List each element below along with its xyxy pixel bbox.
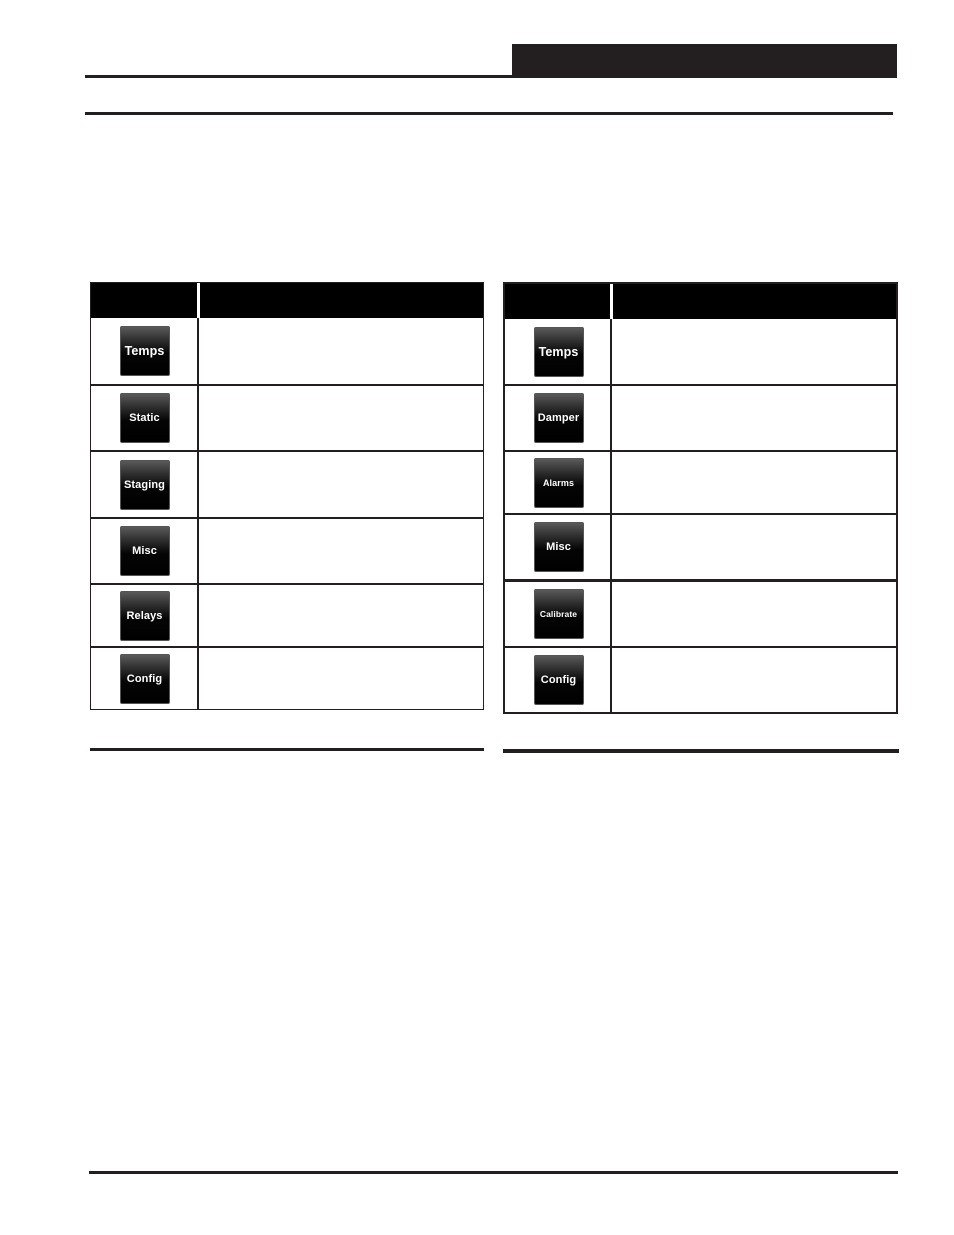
table-header <box>91 283 483 318</box>
left-button-table: Temps Static Staging Misc Relays Config <box>90 282 484 710</box>
row-description <box>614 452 896 513</box>
row-description <box>614 582 896 646</box>
row-description <box>200 452 483 517</box>
section-rule-right <box>503 749 899 753</box>
misc-button[interactable]: Misc <box>119 526 170 576</box>
table-row: Static <box>91 386 483 450</box>
row-description <box>200 386 483 450</box>
section-rule-left <box>90 748 484 751</box>
table-row: Config <box>505 648 896 712</box>
static-button[interactable]: Static <box>119 393 170 443</box>
table-row: Temps <box>91 318 483 384</box>
calibrate-button[interactable]: Calibrate <box>533 589 584 639</box>
config-button[interactable]: Config <box>119 653 170 704</box>
row-description <box>200 318 483 384</box>
table-row: Relays <box>91 585 483 646</box>
table-row: Staging <box>91 452 483 517</box>
row-description <box>614 319 896 384</box>
row-description <box>200 648 483 709</box>
header-rule-top <box>85 75 513 78</box>
row-description <box>614 515 896 579</box>
right-button-table: Temps Damper Alarms Misc Calibrate Confi… <box>503 282 898 714</box>
staging-button[interactable]: Staging <box>119 459 170 510</box>
table-row: Misc <box>505 515 896 579</box>
table-row: Calibrate <box>505 582 896 646</box>
footer-rule <box>89 1171 898 1174</box>
alarms-button[interactable]: Alarms <box>533 457 584 508</box>
table-header <box>505 284 896 319</box>
row-description <box>614 648 896 712</box>
config-button[interactable]: Config <box>533 655 584 705</box>
table-row: Config <box>91 648 483 709</box>
table-row: Misc <box>91 519 483 583</box>
row-description <box>614 386 896 450</box>
table-row: Damper <box>505 386 896 450</box>
temps-button[interactable]: Temps <box>119 326 170 376</box>
relays-button[interactable]: Relays <box>119 590 170 641</box>
header-rule-bottom <box>85 112 893 115</box>
temps-button[interactable]: Temps <box>533 326 584 377</box>
header-divider <box>610 284 613 319</box>
header-block <box>512 44 897 78</box>
table-row: Alarms <box>505 452 896 513</box>
damper-button[interactable]: Damper <box>533 393 584 443</box>
header-divider <box>197 283 200 318</box>
table-row: Temps <box>505 319 896 384</box>
row-description <box>200 585 483 646</box>
misc-button[interactable]: Misc <box>533 522 584 572</box>
row-description <box>200 519 483 583</box>
